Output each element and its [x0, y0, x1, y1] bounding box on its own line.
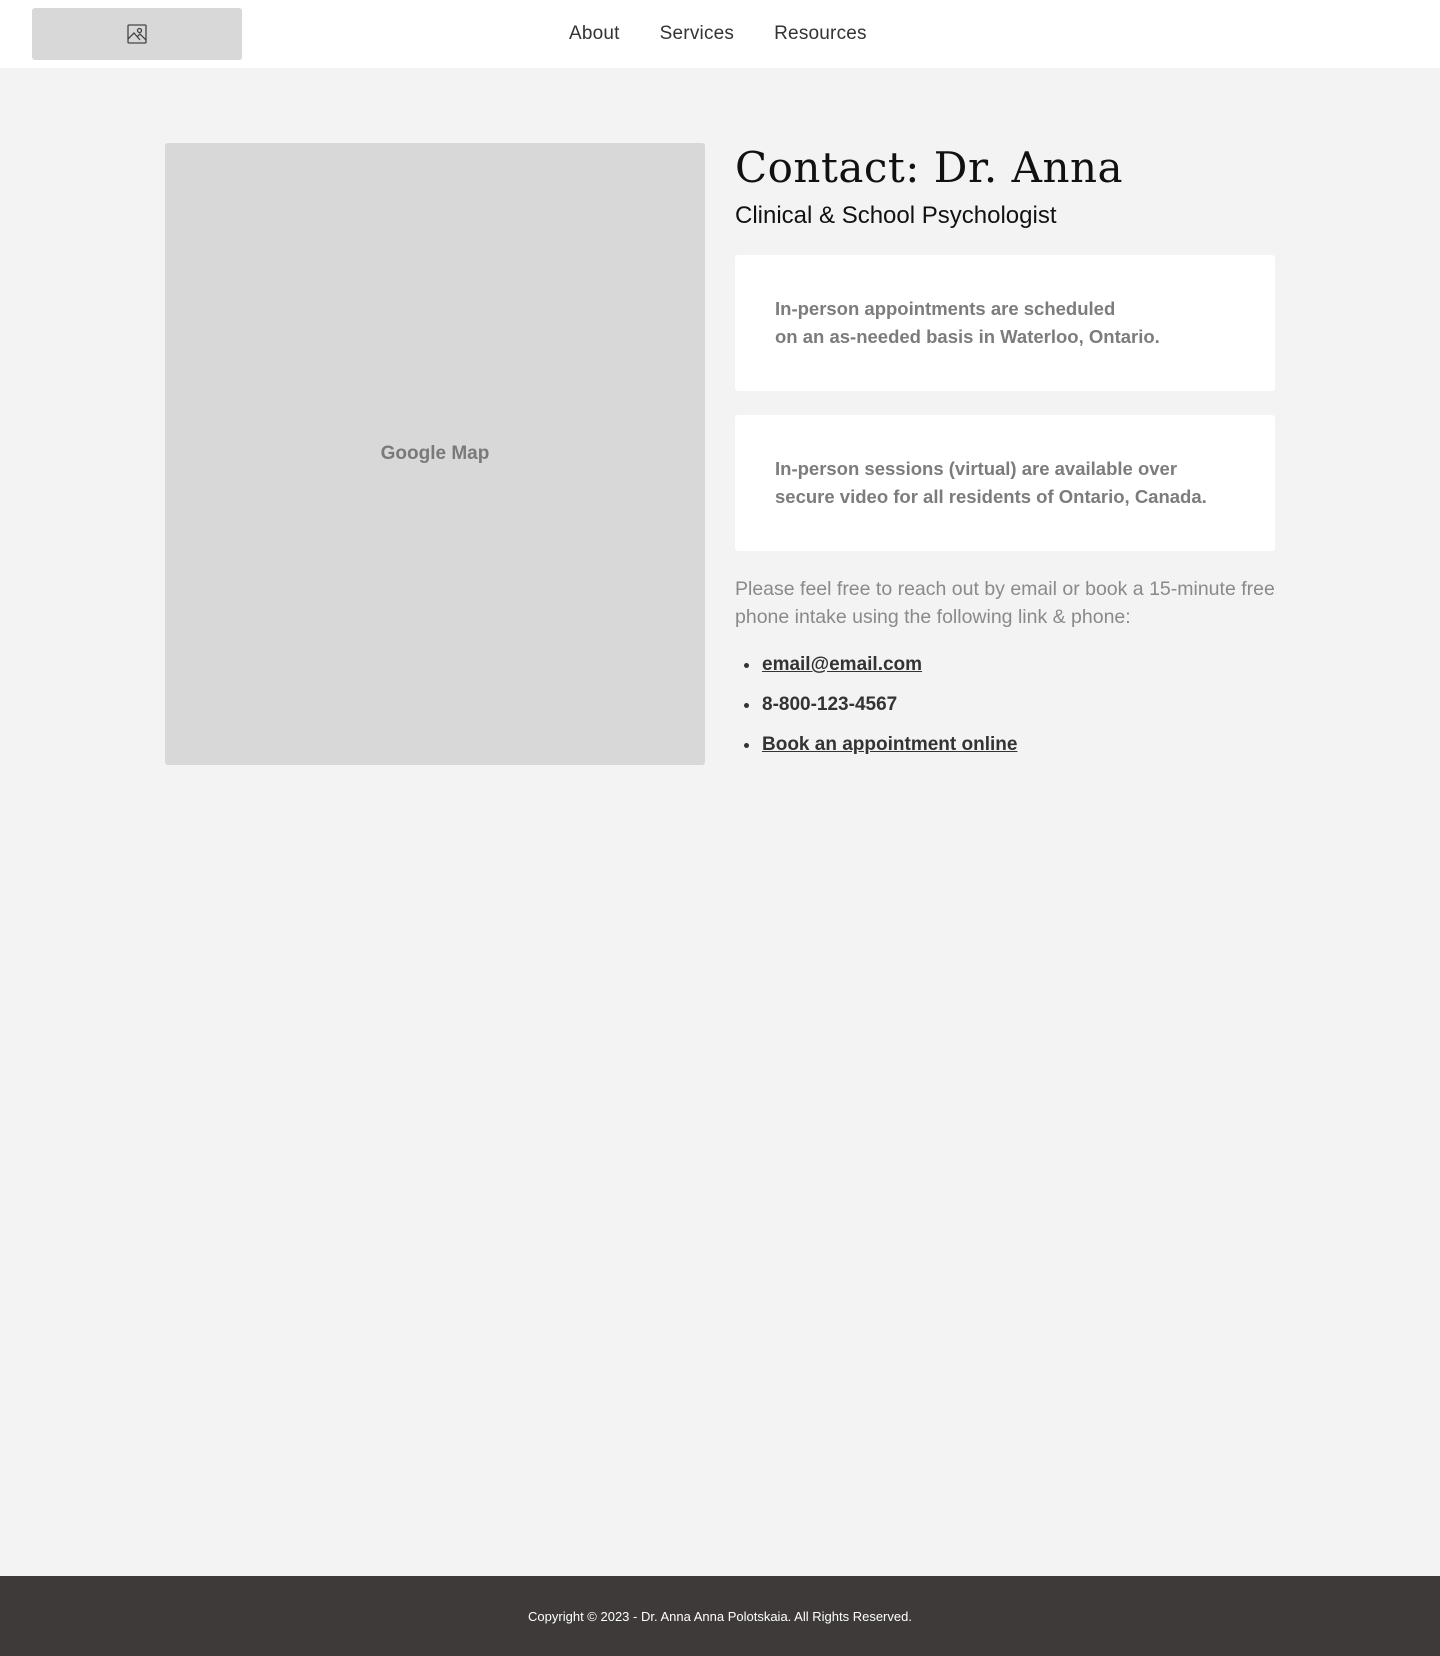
info-card-text: In-person appointments are scheduled on …: [775, 298, 1160, 347]
contact-intro: Please feel free to reach out by email o…: [735, 578, 1275, 628]
main-nav: About Services Resources: [569, 0, 867, 68]
nav-link-about[interactable]: About: [569, 23, 620, 45]
info-card-text: In-person sessions (virtual) are availab…: [775, 458, 1207, 507]
list-item: Book an appointment online: [735, 730, 1275, 770]
nav-link-resources[interactable]: Resources: [774, 23, 867, 45]
logo[interactable]: [32, 8, 242, 60]
info-card-in-person: In-person appointments are scheduled on …: [735, 255, 1275, 391]
image-placeholder-icon: [127, 24, 147, 44]
book-appointment-link[interactable]: Book an appointment online: [762, 734, 1017, 755]
site-header: About Services Resources: [0, 0, 1440, 68]
bullet-icon: [744, 703, 749, 708]
site-footer: Copyright © 2023 - Dr. Anna Anna Polotsk…: [0, 1576, 1440, 1656]
list-item: email@email.com: [735, 650, 1275, 690]
page-subtitle: Clinical & School Psychologist: [735, 202, 1057, 229]
phone-number: 8-800-123-4567: [762, 694, 898, 715]
contact-heading: Contact: Dr. Anna Clinical & School Psyc…: [735, 143, 1275, 231]
google-map[interactable]: Google Map: [165, 143, 705, 765]
bullet-icon: [744, 663, 749, 668]
map-label: Google Map: [380, 443, 490, 464]
bullet-icon: [744, 743, 749, 748]
nav-link-services[interactable]: Services: [660, 23, 734, 45]
list-item: 8-800-123-4567: [735, 690, 1275, 730]
copyright-text: Copyright © 2023 - Dr. Anna Anna Polotsk…: [528, 1608, 912, 1624]
contact-list: email@email.com 8-800-123-4567 Book an a…: [735, 650, 1275, 770]
info-card-virtual: In-person sessions (virtual) are availab…: [735, 415, 1275, 551]
page-title: Contact: Dr. Anna: [735, 143, 1124, 192]
email-link[interactable]: email@email.com: [762, 654, 922, 675]
